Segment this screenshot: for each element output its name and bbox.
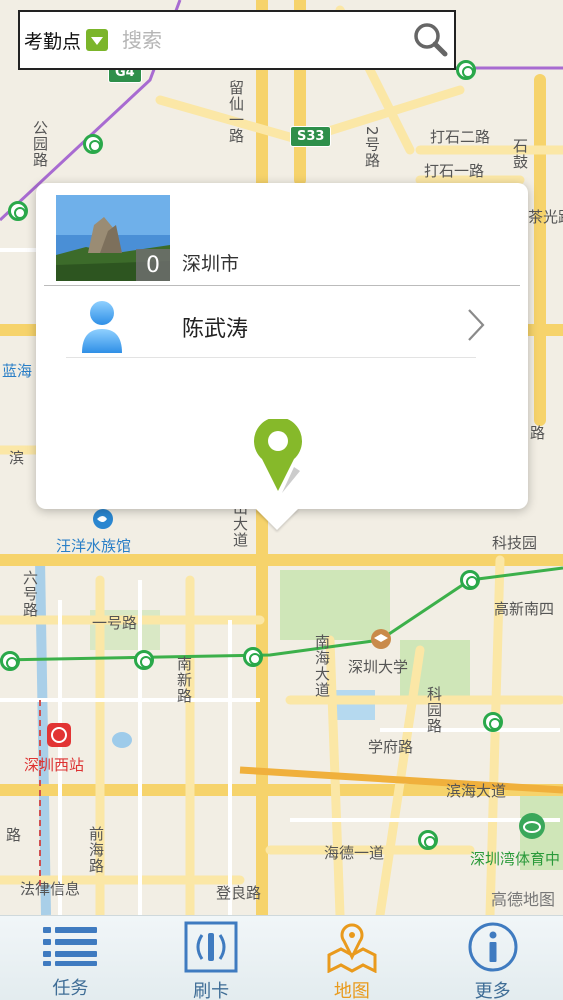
metro-icon[interactable] — [483, 712, 503, 732]
highway-shield-s33: S33 — [290, 126, 332, 147]
search-input[interactable] — [122, 28, 410, 52]
list-icon — [42, 921, 98, 970]
metro-icon[interactable] — [456, 60, 476, 80]
metro-icon[interactable] — [418, 830, 438, 850]
category-dropdown-icon[interactable] — [86, 29, 109, 51]
map-label: 一号路 — [92, 614, 138, 632]
map-label: 六号路 — [21, 570, 39, 618]
location-pin-icon[interactable] — [254, 419, 306, 493]
stadium-icon — [519, 813, 545, 839]
map-label: 蓝海 — [2, 362, 33, 380]
map-label: 滨海大道 — [446, 782, 507, 800]
map-label: 茶光路 — [528, 208, 563, 226]
map-label: 法律信息 — [20, 880, 81, 898]
tab-more[interactable]: 更多 — [422, 916, 563, 1000]
tab-bar: 任务 刷卡 地图 更多 — [0, 915, 563, 1000]
map-watermark: 高德地图 — [490, 890, 555, 909]
map-label: 海德一道 — [324, 844, 385, 862]
category-label[interactable]: 考勤点 — [24, 27, 81, 54]
tab-label: 任务 — [52, 978, 89, 999]
person-avatar-icon — [82, 301, 122, 353]
popup-arrow — [255, 508, 299, 530]
map-label: 路 — [530, 424, 546, 442]
map-label: 深圳大学 — [348, 658, 409, 676]
card-swipe-icon — [183, 921, 239, 973]
map-label: 2号路 — [363, 126, 381, 169]
info-icon — [465, 921, 521, 973]
metro-icon[interactable] — [460, 570, 480, 590]
divider — [66, 357, 476, 358]
photo-count-badge: 0 — [136, 249, 170, 281]
map-label: 汪洋水族馆 — [56, 537, 132, 555]
map-label: 南新路 — [175, 656, 193, 704]
map-label: 科技园 — [492, 534, 538, 552]
metro-icon[interactable] — [8, 201, 28, 221]
map-label: 留仙一路 — [227, 80, 245, 144]
metro-icon[interactable] — [243, 647, 263, 667]
aquarium-icon — [93, 509, 113, 529]
map-label: 打石一路 — [424, 162, 485, 180]
map-label: 滨 — [7, 450, 25, 466]
location-name: 深圳市 — [182, 253, 240, 275]
divider — [44, 285, 520, 286]
chevron-right-icon[interactable] — [466, 307, 486, 343]
map-label: 路 — [6, 826, 22, 844]
person-row[interactable]: 陈武涛 — [66, 293, 486, 357]
person-name: 陈武涛 — [182, 317, 249, 342]
tab-label: 更多 — [474, 981, 511, 1000]
location-popup: 0 深圳市 陈武涛 — [36, 183, 528, 509]
map-label: 石鼓 — [511, 138, 529, 170]
map-label: 高新南四 — [494, 600, 555, 618]
tab-label: 地图 — [333, 981, 370, 1000]
map-label: 登良路 — [216, 884, 262, 902]
search-bar: 考勤点 — [18, 10, 456, 70]
tab-map[interactable]: 地图 — [282, 916, 423, 1000]
tab-label: 刷卡 — [193, 981, 230, 1000]
map-label: 学府路 — [368, 738, 414, 756]
map-pin-icon — [324, 921, 380, 973]
metro-icon[interactable] — [0, 651, 20, 671]
search-icon[interactable] — [410, 20, 450, 60]
map-label: 南海大道 — [313, 634, 331, 698]
map-label: 深圳湾体育中 — [470, 850, 561, 868]
map-label: 公园路 — [31, 120, 49, 168]
location-photo[interactable]: 0 — [56, 195, 170, 281]
university-icon — [371, 629, 391, 649]
metro-icon[interactable] — [134, 650, 154, 670]
metro-icon[interactable] — [83, 134, 103, 154]
tab-card[interactable]: 刷卡 — [141, 916, 282, 1000]
map-label: 打石二路 — [430, 128, 491, 146]
map-label: 深圳西站 — [24, 756, 85, 774]
train-station-icon — [47, 723, 71, 747]
map-label: 前海路 — [87, 826, 105, 874]
map-label: 科园路 — [425, 686, 443, 734]
tab-tasks[interactable]: 任务 — [0, 916, 141, 1000]
